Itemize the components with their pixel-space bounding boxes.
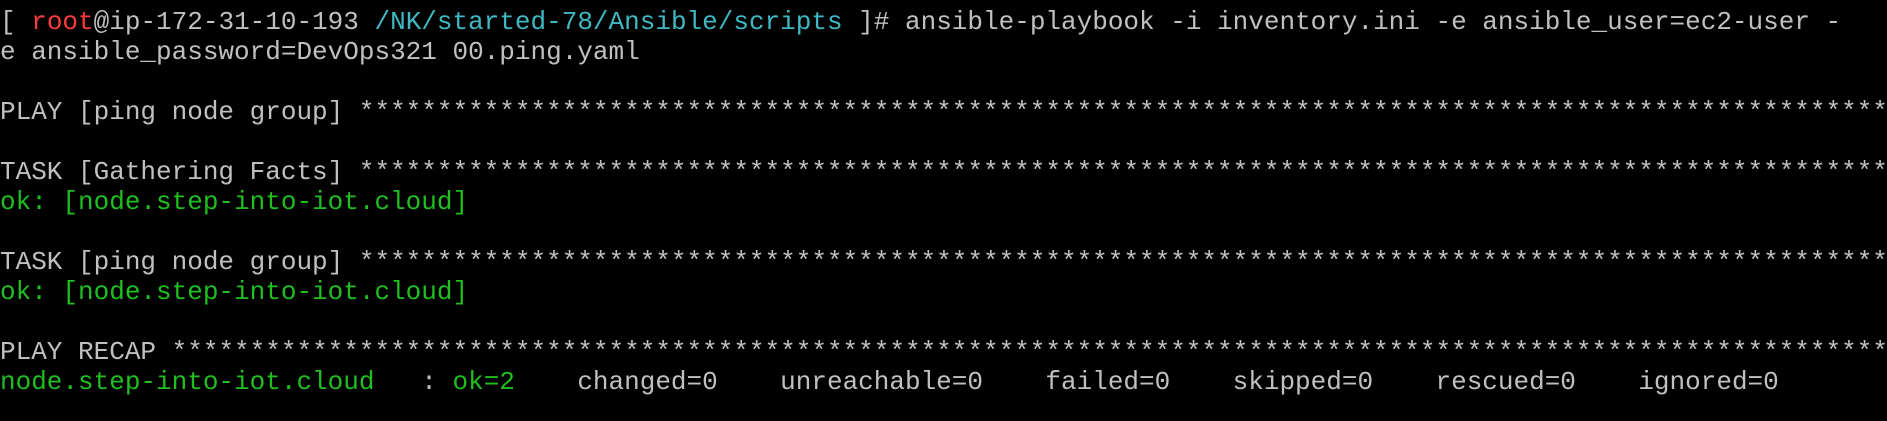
prompt-close: ]# <box>842 7 905 37</box>
prompt-cwd: /NK/started-78/Ansible/scripts <box>374 7 843 37</box>
recap-unreachable: unreachable=0 <box>717 367 983 397</box>
task-stars: ****************************************… <box>358 157 1887 187</box>
recap-rescued: rescued=0 <box>1373 367 1576 397</box>
task-result: ok: [node.step-into-iot.cloud] <box>0 277 469 307</box>
recap-header: PLAY RECAP *****************************… <box>0 337 1887 367</box>
command-text: ansible-playbook -i inventory.ini -e ans… <box>905 7 1842 37</box>
play-label: PLAY [ping node group] <box>0 97 359 127</box>
task-header: TASK [ping node group] *****************… <box>0 247 1887 277</box>
recap-skipped: skipped=0 <box>1170 367 1374 397</box>
recap-ok: ok=2 <box>452 367 515 397</box>
recap-stars: ****************************************… <box>171 337 1887 367</box>
command-continuation: e ansible_password=DevOps321 00.ping.yam… <box>0 37 640 67</box>
prompt-user: root <box>31 7 94 37</box>
task-stars: ****************************************… <box>358 247 1887 277</box>
play-stars: ****************************************… <box>358 97 1887 127</box>
recap-row: node.step-into-iot.cloud : ok=2 changed=… <box>0 367 1887 397</box>
recap-changed: changed=0 <box>514 367 718 397</box>
terminal-window[interactable]: [ root@ip-172-31-10-193 /NK/started-78/A… <box>0 0 1887 421</box>
recap-failed: failed=0 <box>983 367 1171 397</box>
recap-label: PLAY RECAP <box>0 337 172 367</box>
recap-host: node.step-into-iot.cloud <box>0 367 375 397</box>
prompt-line: [ root@ip-172-31-10-193 /NK/started-78/A… <box>0 7 1887 37</box>
task-result: ok: [node.step-into-iot.cloud] <box>0 187 469 217</box>
play-header: PLAY [ping node group] *****************… <box>0 97 1887 127</box>
prompt-at: @ <box>93 7 110 37</box>
task-label: TASK [Gathering Facts] <box>0 157 359 187</box>
prompt-open-bracket: [ <box>0 7 32 37</box>
task-header: TASK [Gathering Facts] *****************… <box>0 157 1887 187</box>
prompt-host: ip-172-31-10-193 <box>109 7 359 37</box>
task-label: TASK [ping node group] <box>0 247 359 277</box>
recap-ignored: ignored=0 <box>1575 367 1779 397</box>
recap-separator: : <box>374 367 453 397</box>
